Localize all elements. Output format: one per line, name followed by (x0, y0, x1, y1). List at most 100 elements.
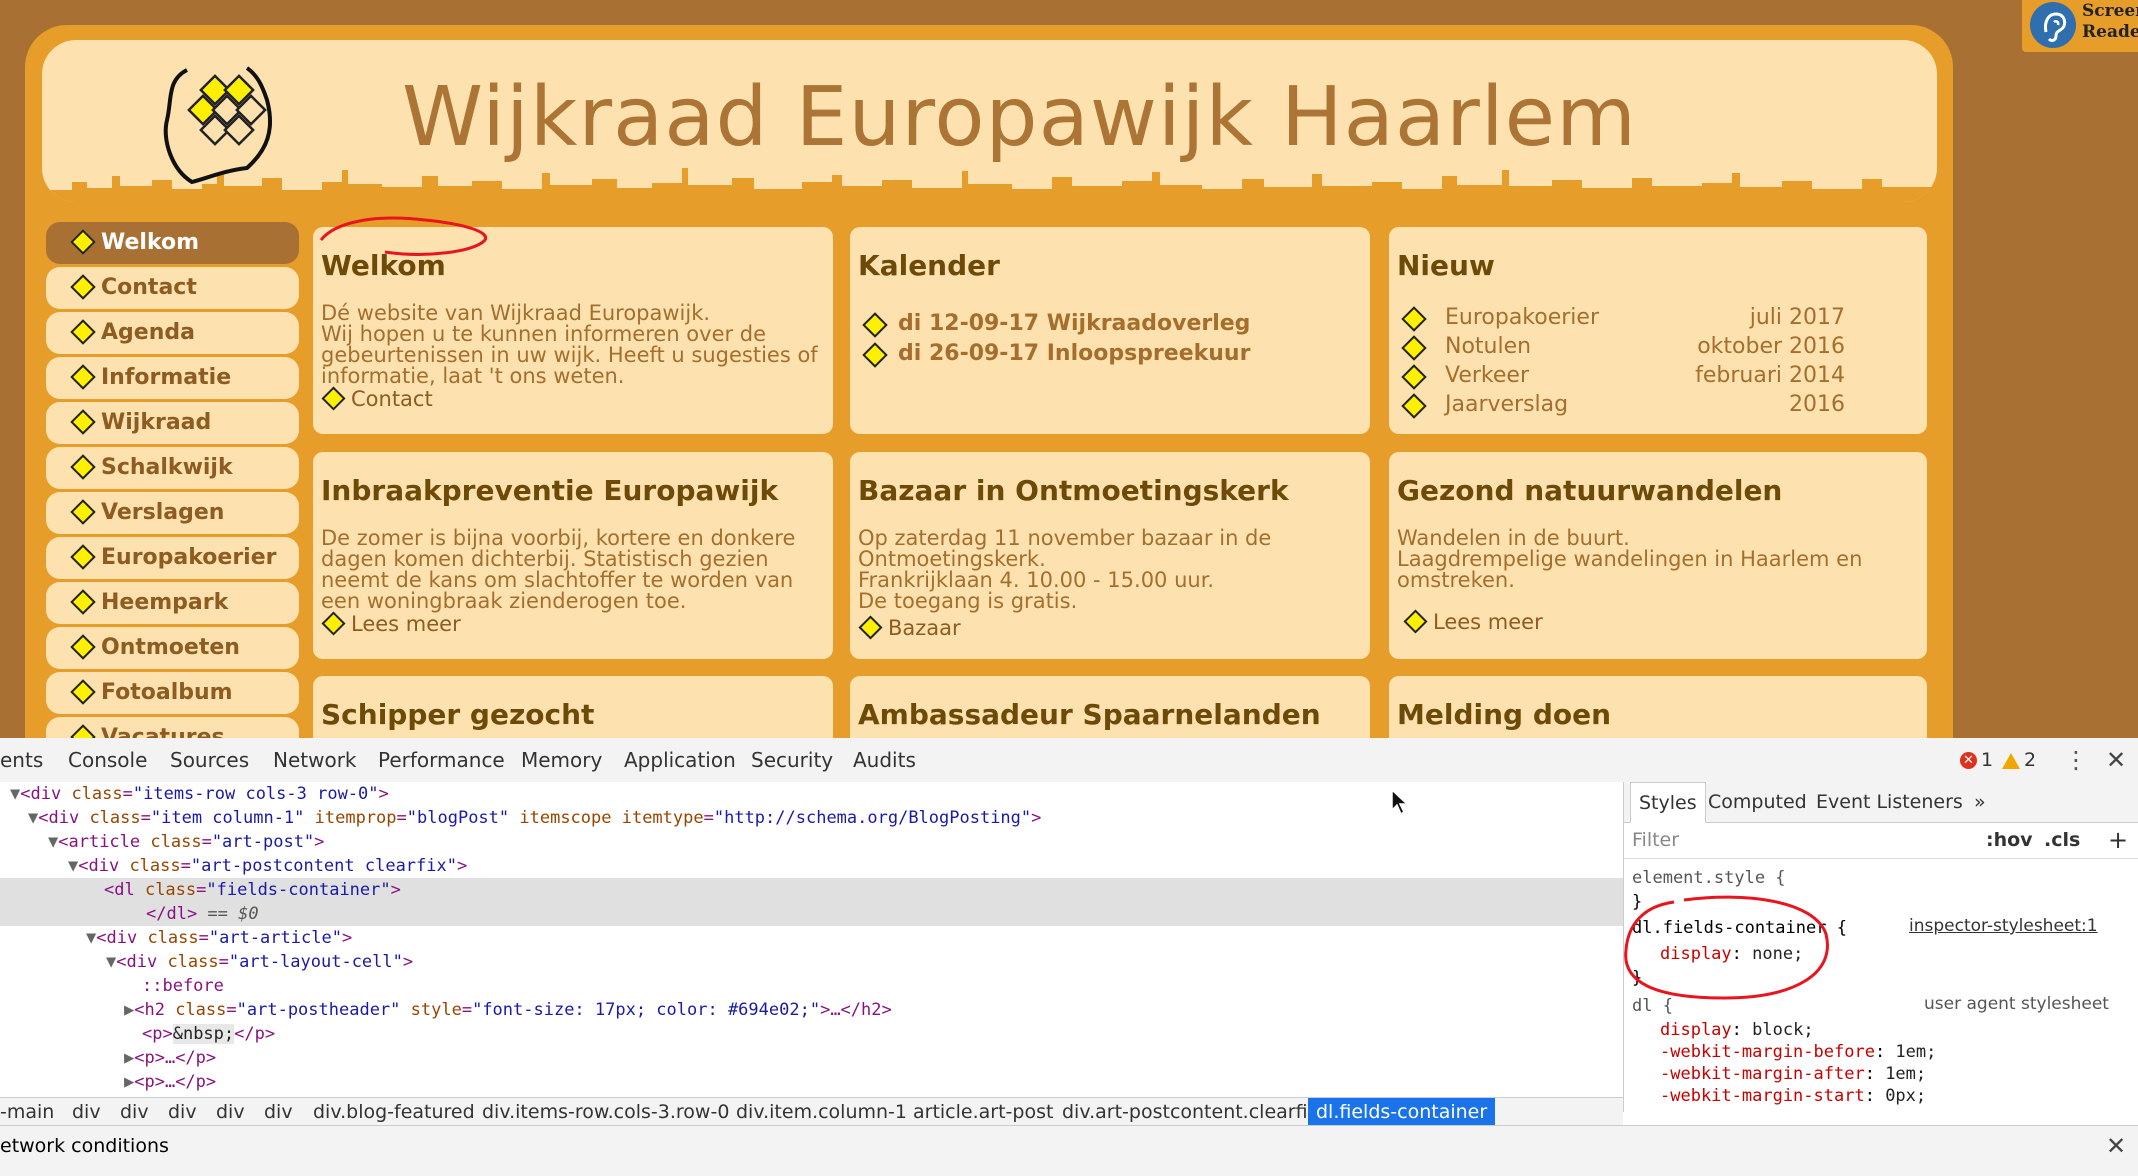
css-declaration[interactable]: display: block; (1660, 1018, 1814, 1042)
breadcrumb-item[interactable]: div (168, 1098, 197, 1126)
nav-item-agenda[interactable]: Agenda (46, 312, 299, 354)
bazaar-link[interactable]: Bazaar (858, 615, 961, 640)
site-title: Wijkraad Europawijk Haarlem (402, 70, 1637, 165)
nav-item-fotoalbum[interactable]: Fotoalbum (46, 672, 299, 714)
lees-meer-link[interactable]: Lees meer (1403, 609, 1543, 634)
dom-node-selected[interactable]: <dl class="fields-container"> (0, 878, 1623, 902)
nav-item-heempark[interactable]: Heempark (46, 582, 299, 624)
dom-node[interactable]: ▼<div class="art-layout-cell"> (0, 950, 1623, 974)
breadcrumb-item[interactable]: div (120, 1098, 149, 1126)
diamond-bullet-icon (70, 274, 96, 300)
cls-toggle[interactable]: .cls (2044, 822, 2080, 858)
card-title: Gezond natuurwandelen (1397, 474, 1783, 507)
close-drawer-icon[interactable]: ✕ (2106, 1126, 2126, 1166)
tab-elements[interactable]: ents (0, 738, 43, 782)
tab-event-listeners[interactable]: Event Listeners (1816, 782, 1963, 822)
breadcrumb-item[interactable]: div.art-postcontent.clearfix (1062, 1098, 1319, 1126)
diamond-bullet-icon (862, 312, 888, 338)
stylesheet-source-label: user agent stylesheet (1924, 994, 2109, 1014)
warning-count[interactable]: 2 (2002, 738, 2036, 782)
breadcrumb-item[interactable]: div (216, 1098, 245, 1126)
card-nieuw: Nieuw Europakoerier juli 2017 Notulen okto… (1389, 227, 1927, 434)
diamond-bullet-icon (321, 386, 346, 411)
dom-node[interactable]: ▼<article class="art-post"> (0, 830, 1623, 854)
contact-link[interactable]: Contact (321, 386, 433, 411)
nav-item-schalkwijk[interactable]: Schalkwijk (46, 447, 299, 489)
tab-sources[interactable]: Sources (170, 738, 249, 782)
css-declaration[interactable]: -webkit-margin-after: 1em; (1660, 1062, 1926, 1086)
card-title: Inbraakpreventie Europawijk (321, 474, 779, 507)
tab-network[interactable]: Network (273, 738, 357, 782)
dom-node[interactable]: ▼<div class="art-article"> (0, 926, 1623, 950)
nav-item-informatie[interactable]: Informatie (46, 357, 299, 399)
filter-input[interactable]: Filter (1632, 822, 1679, 858)
network-conditions-drawer: etwork conditions ✕ (0, 1125, 2138, 1176)
tab-console[interactable]: Console (68, 738, 147, 782)
stylesheet-source-link[interactable]: inspector-stylesheet:1 (1909, 916, 2098, 936)
tab-performance[interactable]: Performance (378, 738, 505, 782)
breadcrumb-item[interactable]: div.items-row.cols-3.row-0 (482, 1098, 729, 1126)
css-declaration[interactable]: -webkit-margin-before: 1em; (1660, 1040, 1936, 1064)
card-schipper: Schipper gezocht (313, 676, 833, 738)
more-tabs-icon[interactable]: » (1974, 782, 1986, 822)
breadcrumb-item[interactable]: -main (0, 1098, 54, 1126)
dom-breadcrumbs: -main div div div div div div.blog-featu… (0, 1097, 1623, 1126)
close-devtools-icon[interactable]: ✕ (2106, 738, 2126, 782)
nav-item-europakoerier[interactable]: Europakoerier (46, 537, 299, 579)
nav-item-vacatures[interactable]: Vacatures (46, 717, 299, 738)
dom-node[interactable]: ▶<p>…</p> (0, 1046, 1623, 1070)
dom-node[interactable]: ▼<div class="items-row cols-3 row-0"> (0, 782, 1623, 806)
dom-node[interactable]: ▶<p>…</p> (0, 1070, 1623, 1094)
breadcrumb-item-active[interactable]: dl.fields-container (1308, 1098, 1496, 1126)
tab-security[interactable]: Security (751, 738, 833, 782)
diamond-bullet-icon (1403, 609, 1428, 634)
diamond-bullet-icon (321, 611, 346, 636)
error-count[interactable]: ✕ 1 (1960, 738, 1993, 782)
tab-computed[interactable]: Computed (1708, 782, 1807, 822)
breadcrumb-item[interactable]: div (72, 1098, 101, 1126)
breadcrumb-item[interactable]: div.item.column-1 (736, 1098, 907, 1126)
dom-node[interactable]: ▶<h2 class="art-postheader" style="font-… (0, 998, 1623, 1022)
breadcrumb-item[interactable]: article.art-post (913, 1098, 1053, 1126)
tab-styles[interactable]: Styles (1630, 782, 1706, 823)
card-title: Welkom (321, 249, 446, 282)
card-welkom: Welkom Dé website van Wijkraad Europawij… (313, 227, 833, 434)
calendar-event[interactable]: di 26-09-17 Inloopspreekuur (850, 341, 1250, 368)
network-conditions-title: etwork conditions (0, 1135, 169, 1157)
css-selector[interactable]: dl.fields-container { (1632, 916, 1847, 940)
css-selector[interactable]: dl { (1632, 994, 1673, 1018)
hov-toggle[interactable]: :hov (1986, 822, 2033, 858)
rule-close-brace: } (1632, 892, 1643, 912)
diamond-bullet-icon (70, 454, 96, 480)
css-declaration[interactable]: -webkit-margin-start: 0px; (1660, 1084, 1926, 1108)
diamond-bullet-icon (70, 319, 96, 345)
dom-node[interactable]: ▼<div class="item column-1" itemprop="bl… (0, 806, 1623, 830)
element-style-rule[interactable]: element.style { (1632, 866, 1786, 890)
more-options-icon[interactable]: ⋮ (2064, 738, 2088, 782)
css-declaration[interactable]: display: none; (1660, 942, 1803, 966)
nav-item-welkom[interactable]: Welkom (46, 222, 299, 264)
screen-reader-button[interactable]: Screen Reader (2022, 0, 2138, 52)
lees-meer-link[interactable]: Lees meer (321, 611, 461, 636)
dom-node-selected-close[interactable]: </dl> == $0 (0, 902, 1623, 926)
diamond-bullet-icon (1401, 364, 1427, 390)
nav-item-wijkraad[interactable]: Wijkraad (46, 402, 299, 444)
diamond-bullet-icon (70, 589, 96, 615)
dom-pseudo-element[interactable]: ::before (0, 974, 1623, 998)
breadcrumb-item[interactable]: div (264, 1098, 293, 1126)
breadcrumb-item[interactable]: div.blog-featured (313, 1098, 475, 1126)
calendar-event[interactable]: di 12-09-17 Wijkraadoverleg (850, 311, 1250, 338)
devtools-panel: ents Console Sources Network Performance… (0, 738, 2138, 1176)
diamond-bullet-icon (1401, 335, 1427, 361)
styles-filter-bar: Filter :hov .cls + (1624, 822, 2138, 859)
new-rule-button[interactable]: + (2108, 822, 2128, 858)
tab-memory[interactable]: Memory (521, 738, 602, 782)
nav-item-contact[interactable]: Contact (46, 267, 299, 309)
styles-pane: Styles Computed Event Listeners » Filter… (1624, 782, 2138, 1125)
dom-node[interactable]: ▼<div class="art-postcontent clearfix"> (0, 854, 1623, 878)
tab-application[interactable]: Application (624, 738, 736, 782)
dom-node[interactable]: <p>&nbsp;</p> (0, 1022, 1623, 1046)
nav-item-ontmoeten[interactable]: Ontmoeten (46, 627, 299, 669)
tab-audits[interactable]: Audits (853, 738, 916, 782)
nav-item-verslagen[interactable]: Verslagen (46, 492, 299, 534)
